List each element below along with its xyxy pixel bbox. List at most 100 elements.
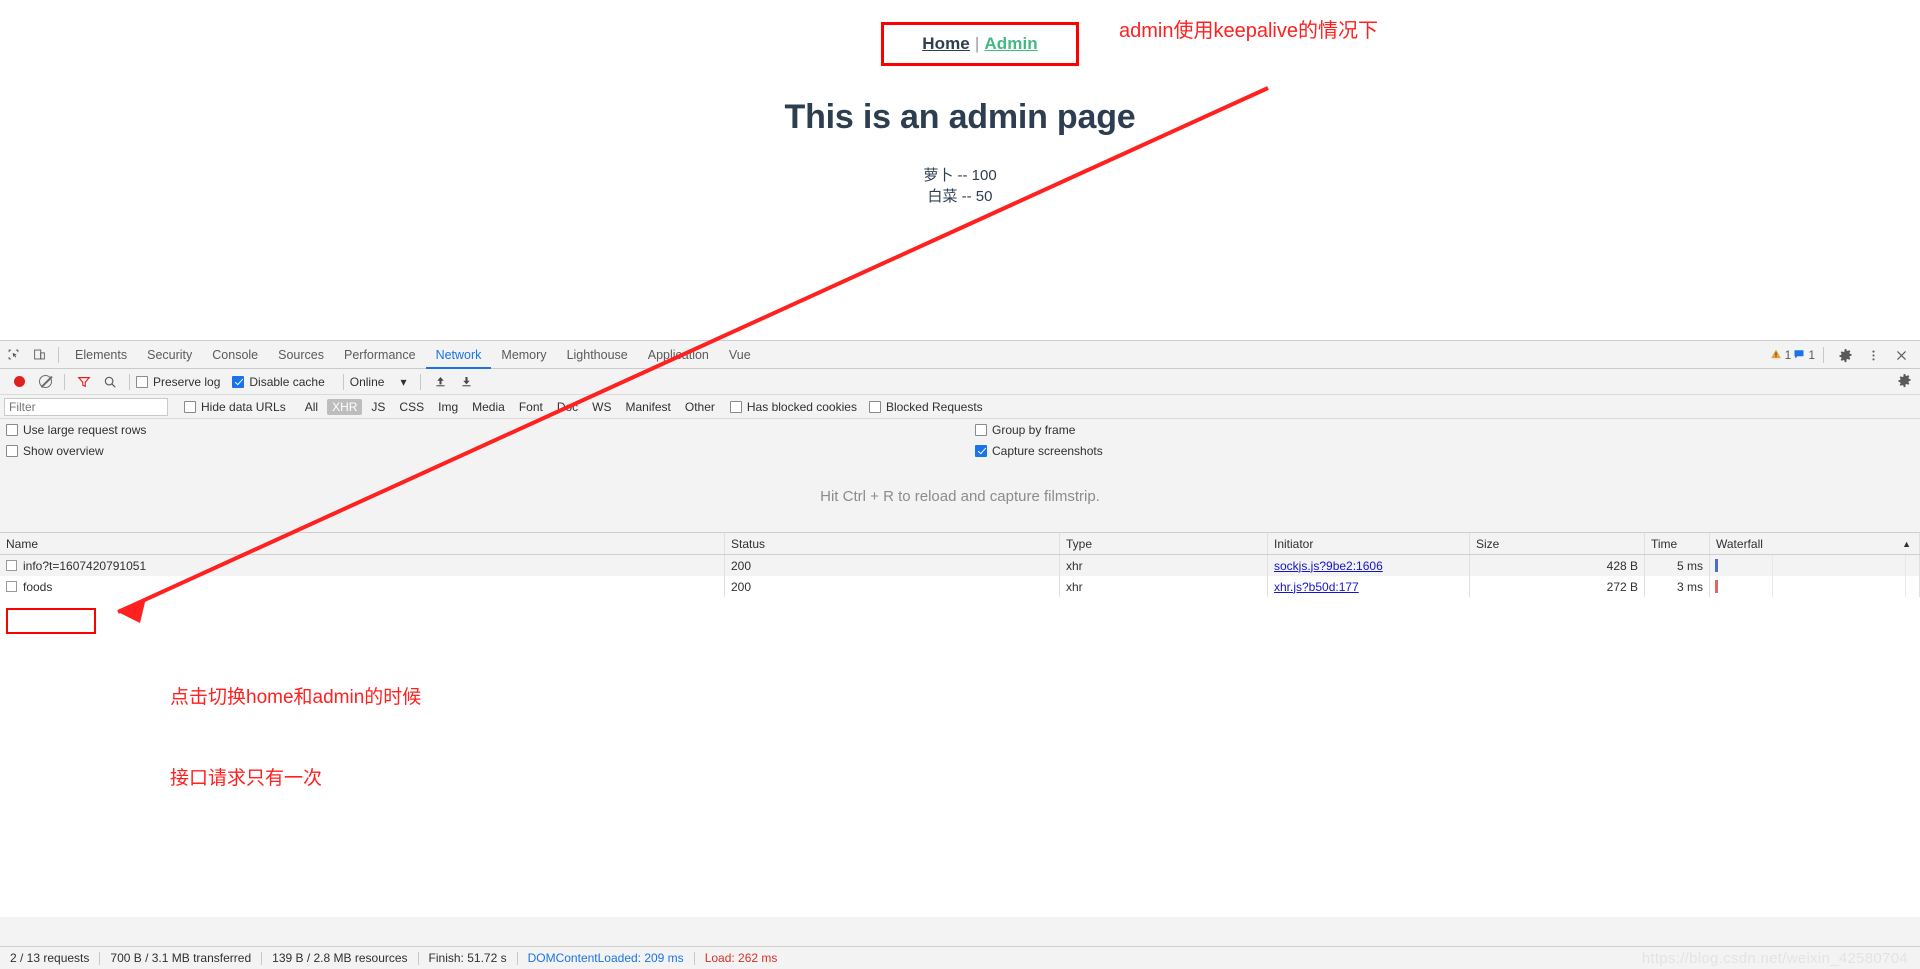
filter-type-doc[interactable]: Doc bbox=[552, 399, 583, 415]
nav-link-home[interactable]: Home bbox=[922, 34, 970, 53]
filter-type-media[interactable]: Media bbox=[467, 399, 510, 415]
close-icon[interactable] bbox=[1888, 342, 1914, 368]
capture-screenshots-container: Capture screenshots bbox=[975, 440, 1115, 461]
request-status: 200 bbox=[725, 555, 1060, 576]
throttling-select[interactable]: Online ▾ bbox=[350, 375, 407, 389]
toolbar-divider bbox=[342, 373, 344, 390]
table-row[interactable]: foods 200 xhr xhr.js?b50d:177 272 B 3 ms bbox=[0, 576, 1920, 597]
network-filter-bar: Hide data URLs All XHR JS CSS Img Media … bbox=[0, 395, 1920, 419]
use-large-request-rows-checkbox[interactable]: Use large request rows bbox=[6, 423, 146, 437]
funnel-icon[interactable] bbox=[71, 369, 97, 395]
nav-link-admin[interactable]: Admin bbox=[984, 34, 1037, 53]
tab-lighthouse[interactable]: Lighthouse bbox=[557, 341, 638, 369]
capture-screenshots-label: Capture screenshots bbox=[992, 443, 1103, 458]
waterfall-bar bbox=[1715, 580, 1718, 593]
hide-data-urls-checkbox[interactable]: Hide data URLs bbox=[184, 400, 286, 414]
food-list: 萝卜 -- 100 白菜 -- 50 bbox=[0, 165, 1920, 207]
warning-count-chip[interactable]: 1 bbox=[1770, 348, 1791, 363]
group-by-frame-checkbox[interactable]: Group by frame bbox=[975, 423, 1075, 437]
download-arrow-icon[interactable] bbox=[453, 369, 479, 395]
status-load: Load: 262 ms bbox=[704, 951, 778, 965]
food-item: 白菜 -- 50 bbox=[927, 188, 993, 205]
filter-type-img[interactable]: Img bbox=[433, 399, 463, 415]
tab-network[interactable]: Network bbox=[425, 341, 492, 369]
request-name-cell[interactable]: foods bbox=[0, 576, 725, 597]
preserve-log-checkbox[interactable]: Preserve log bbox=[136, 375, 220, 389]
column-header-type[interactable]: Type bbox=[1060, 533, 1268, 554]
show-overview-checkbox[interactable]: Show overview bbox=[6, 444, 104, 458]
upload-arrow-icon[interactable] bbox=[427, 369, 453, 395]
filter-input[interactable] bbox=[4, 397, 168, 416]
clear-icon[interactable] bbox=[32, 369, 58, 395]
tab-console[interactable]: Console bbox=[202, 341, 268, 369]
devtools-tabbar-actions: 1 1 bbox=[1770, 341, 1914, 369]
filter-type-css[interactable]: CSS bbox=[394, 399, 429, 415]
gear-icon[interactable] bbox=[1832, 342, 1858, 368]
disable-cache-checkbox[interactable]: Disable cache bbox=[232, 375, 325, 389]
devtools-tabbar: Elements Security Console Sources Perfor… bbox=[0, 341, 1920, 369]
network-options-row-1: Use large request rows Group by frame bbox=[0, 419, 1920, 440]
filter-type-all[interactable]: All bbox=[300, 399, 323, 415]
nav-highlight-box: Home | Admin bbox=[881, 22, 1079, 66]
waterfall-bar bbox=[1715, 559, 1718, 572]
row-checkbox[interactable] bbox=[6, 560, 17, 571]
kebab-menu-icon[interactable] bbox=[1860, 342, 1886, 368]
network-status-bar: 2 / 13 requests 700 B / 3.1 MB transferr… bbox=[0, 946, 1920, 969]
annotation-top: admin使用keepalive的情况下 bbox=[1119, 20, 1378, 42]
tab-vue[interactable]: Vue bbox=[719, 341, 761, 369]
checkbox-box bbox=[975, 444, 987, 457]
network-toolbar: Preserve log Disable cache Online ▾ bbox=[0, 369, 1920, 395]
inspect-element-icon[interactable] bbox=[0, 342, 26, 368]
filter-type-ws[interactable]: WS bbox=[587, 399, 616, 415]
row-checkbox[interactable] bbox=[6, 581, 17, 592]
search-icon[interactable] bbox=[97, 369, 123, 395]
message-bubble-icon bbox=[1793, 348, 1805, 363]
filter-type-xhr[interactable]: XHR bbox=[327, 398, 363, 415]
tab-security[interactable]: Security bbox=[137, 341, 202, 369]
tab-performance[interactable]: Performance bbox=[334, 341, 426, 369]
column-header-status[interactable]: Status bbox=[725, 533, 1060, 554]
checkbox-box bbox=[729, 400, 742, 413]
tab-memory[interactable]: Memory bbox=[491, 341, 556, 369]
request-name: info?t=1607420791051 bbox=[23, 558, 147, 573]
request-initiator-link[interactable]: xhr.js?b50d:177 bbox=[1274, 580, 1359, 594]
table-header-row: Name Status Type Initiator Size Time Wat… bbox=[0, 533, 1920, 555]
request-initiator[interactable]: sockjs.js?9be2:1606 bbox=[1268, 555, 1470, 576]
tab-elements[interactable]: Elements bbox=[65, 341, 137, 369]
food-item: 萝卜 -- 100 bbox=[923, 167, 997, 184]
throttling-value: Online bbox=[349, 374, 385, 389]
request-size: 272 B bbox=[1470, 576, 1645, 597]
network-settings-gear-icon[interactable] bbox=[1897, 373, 1912, 391]
has-blocked-cookies-checkbox[interactable]: Has blocked cookies bbox=[729, 399, 857, 414]
column-header-waterfall[interactable]: Waterfall ▲ bbox=[1710, 533, 1920, 554]
message-count: 1 bbox=[1808, 348, 1815, 362]
capture-screenshots-checkbox[interactable]: Capture screenshots bbox=[975, 444, 1103, 458]
tab-sources[interactable]: Sources bbox=[268, 341, 334, 369]
status-resources: 139 B / 2.8 MB resources bbox=[272, 951, 408, 965]
toggle-device-toolbar-icon[interactable] bbox=[26, 342, 52, 368]
column-header-initiator[interactable]: Initiator bbox=[1268, 533, 1470, 554]
filter-type-other[interactable]: Other bbox=[680, 399, 720, 415]
nav-separator: | bbox=[974, 34, 980, 53]
column-header-waterfall-label: Waterfall bbox=[1716, 536, 1763, 551]
status-finish: Finish: 51.72 s bbox=[428, 951, 507, 965]
filter-type-font[interactable]: Font bbox=[514, 399, 548, 415]
filter-type-js[interactable]: JS bbox=[366, 399, 390, 415]
message-count-chip[interactable]: 1 bbox=[1793, 348, 1815, 363]
filter-type-manifest[interactable]: Manifest bbox=[621, 399, 676, 415]
record-dot-icon[interactable] bbox=[6, 369, 32, 395]
status-domcontentloaded: DOMContentLoaded: 209 ms bbox=[527, 951, 684, 965]
request-initiator[interactable]: xhr.js?b50d:177 bbox=[1268, 576, 1470, 597]
table-row[interactable]: info?t=1607420791051 200 xhr sockjs.js?9… bbox=[0, 555, 1920, 576]
column-header-size[interactable]: Size bbox=[1470, 533, 1645, 554]
column-header-name[interactable]: Name bbox=[0, 533, 725, 554]
request-initiator-link[interactable]: sockjs.js?9be2:1606 bbox=[1274, 559, 1383, 573]
request-size: 428 B bbox=[1470, 555, 1645, 576]
tab-application[interactable]: Application bbox=[638, 341, 719, 369]
request-name-cell[interactable]: info?t=1607420791051 bbox=[0, 555, 725, 576]
has-blocked-cookies-label: Has blocked cookies bbox=[746, 399, 857, 414]
warning-triangle-icon bbox=[1770, 348, 1782, 363]
blocked-requests-checkbox[interactable]: Blocked Requests bbox=[868, 400, 983, 414]
request-name: foods bbox=[23, 579, 53, 594]
column-header-time[interactable]: Time bbox=[1645, 533, 1710, 554]
